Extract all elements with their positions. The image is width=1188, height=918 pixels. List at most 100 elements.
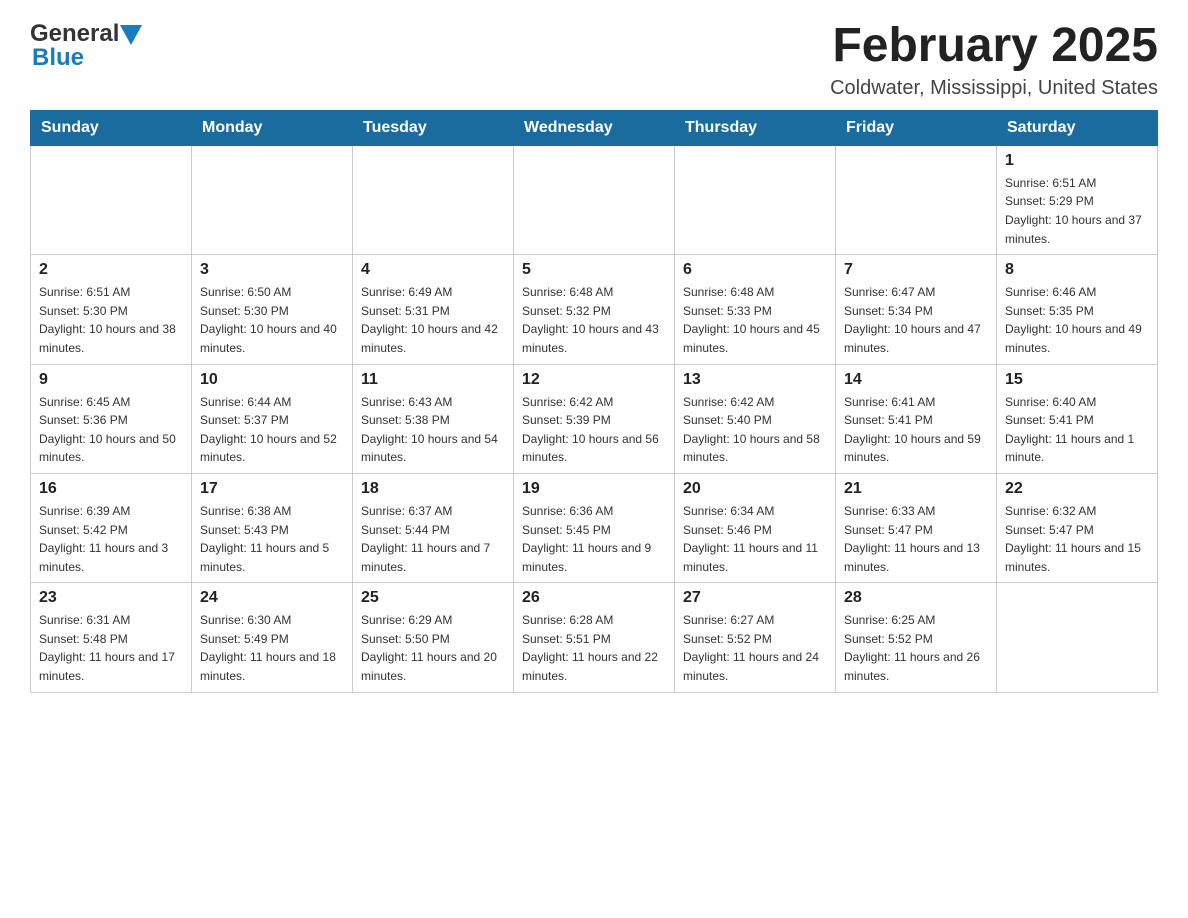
calendar-day-cell: 16Sunrise: 6:39 AMSunset: 5:42 PMDayligh… [31, 473, 192, 582]
page-header: General Blue February 2025 Coldwater, Mi… [30, 20, 1158, 100]
calendar-day-header: Sunday [31, 110, 192, 145]
calendar-day-cell: 19 Sunrise: 6:36 AMSunset: 5:45 PMDayligh… [514, 473, 675, 582]
calendar-week-row: 2Sunrise: 6:51 AMSunset: 5:30 PMDaylight… [31, 255, 1158, 364]
day-info: Sunrise: 6:34 AMSunset: 5:46 PMDaylight:… [683, 502, 827, 576]
day-info: Sunrise: 6:44 AMSunset: 5:37 PMDaylight:… [200, 393, 344, 467]
day-info: Sunrise: 6:47 AMSunset: 5:34 PMDaylight:… [844, 283, 988, 357]
day-number: 8 [1005, 261, 1149, 279]
day-info: Sunrise: 6:27 AMSunset: 5:52 PMDaylight:… [683, 611, 827, 685]
day-info: Sunrise: 6:42 AMSunset: 5:39 PMDaylight:… [522, 393, 666, 467]
day-number: 17 [200, 480, 344, 498]
day-number: 10 [200, 371, 344, 389]
day-info: Sunrise: 6:51 AMSunset: 5:29 PMDaylight:… [1005, 174, 1149, 248]
day-number: 13 [683, 371, 827, 389]
calendar-day-cell: 28 Sunrise: 6:25 AMSunset: 5:52 PMDayligh… [836, 583, 997, 692]
calendar-day-cell: 1 Sunrise: 6:51 AMSunset: 5:29 PMDaylight… [997, 145, 1158, 254]
calendar-day-header: Friday [836, 110, 997, 145]
day-number: 28 [844, 589, 988, 607]
calendar-subtitle: Coldwater, Mississippi, United States [830, 77, 1158, 100]
day-number: 20 [683, 480, 827, 498]
day-info: Sunrise: 6:29 AMSunset: 5:50 PMDaylight:… [361, 611, 505, 685]
day-info: Sunrise: 6:48 AMSunset: 5:32 PMDaylight:… [522, 283, 666, 357]
day-info: Sunrise: 6:50 AMSunset: 5:30 PMDaylight:… [200, 283, 344, 357]
calendar-day-cell [353, 145, 514, 254]
calendar-day-cell: 23 Sunrise: 6:31 AMSunset: 5:48 PMDayligh… [31, 583, 192, 692]
calendar-day-header: Monday [192, 110, 353, 145]
day-info: Sunrise: 6:38 AMSunset: 5:43 PMDaylight:… [200, 502, 344, 576]
day-number: 23 [39, 589, 183, 607]
day-info: Sunrise: 6:41 AMSunset: 5:41 PMDaylight:… [844, 393, 988, 467]
logo: General Blue [30, 20, 142, 72]
day-number: 18 [361, 480, 505, 498]
calendar-day-cell: 15 Sunrise: 6:40 AMSunset: 5:41 PMDayligh… [997, 364, 1158, 473]
day-number: 24 [200, 589, 344, 607]
logo-blue-text: Blue [32, 44, 84, 72]
day-number: 14 [844, 371, 988, 389]
day-number: 26 [522, 589, 666, 607]
day-number: 4 [361, 261, 505, 279]
calendar-title: February 2025 [830, 20, 1158, 73]
day-info: Sunrise: 6:49 AMSunset: 5:31 PMDaylight:… [361, 283, 505, 357]
day-number: 27 [683, 589, 827, 607]
calendar-day-cell: 7 Sunrise: 6:47 AMSunset: 5:34 PMDaylight… [836, 255, 997, 364]
day-number: 21 [844, 480, 988, 498]
day-number: 1 [1005, 152, 1149, 170]
calendar-day-cell: 6Sunrise: 6:48 AMSunset: 5:33 PMDaylight… [675, 255, 836, 364]
calendar-day-cell: 13Sunrise: 6:42 AMSunset: 5:40 PMDayligh… [675, 364, 836, 473]
day-info: Sunrise: 6:46 AMSunset: 5:35 PMDaylight:… [1005, 283, 1149, 357]
calendar-day-cell: 18Sunrise: 6:37 AMSunset: 5:44 PMDayligh… [353, 473, 514, 582]
calendar-day-cell [31, 145, 192, 254]
calendar-day-header: Saturday [997, 110, 1158, 145]
calendar-day-cell: 3 Sunrise: 6:50 AMSunset: 5:30 PMDaylight… [192, 255, 353, 364]
day-info: Sunrise: 6:43 AMSunset: 5:38 PMDaylight:… [361, 393, 505, 467]
day-number: 2 [39, 261, 183, 279]
day-info: Sunrise: 6:45 AMSunset: 5:36 PMDaylight:… [39, 393, 183, 467]
day-number: 22 [1005, 480, 1149, 498]
calendar-day-cell: 27 Sunrise: 6:27 AMSunset: 5:52 PMDayligh… [675, 583, 836, 692]
calendar-table: SundayMondayTuesdayWednesdayThursdayFrid… [30, 110, 1158, 693]
calendar-day-cell [675, 145, 836, 254]
day-info: Sunrise: 6:39 AMSunset: 5:42 PMDaylight:… [39, 502, 183, 576]
day-number: 3 [200, 261, 344, 279]
day-info: Sunrise: 6:30 AMSunset: 5:49 PMDaylight:… [200, 611, 344, 685]
calendar-day-cell: 4 Sunrise: 6:49 AMSunset: 5:31 PMDaylight… [353, 255, 514, 364]
calendar-day-header: Thursday [675, 110, 836, 145]
day-number: 5 [522, 261, 666, 279]
calendar-week-row: 16Sunrise: 6:39 AMSunset: 5:42 PMDayligh… [31, 473, 1158, 582]
day-number: 7 [844, 261, 988, 279]
calendar-day-cell [192, 145, 353, 254]
calendar-day-cell: 2Sunrise: 6:51 AMSunset: 5:30 PMDaylight… [31, 255, 192, 364]
calendar-day-cell: 22Sunrise: 6:32 AMSunset: 5:47 PMDayligh… [997, 473, 1158, 582]
calendar-day-cell: 10 Sunrise: 6:44 AMSunset: 5:37 PMDayligh… [192, 364, 353, 473]
calendar-day-cell: 5 Sunrise: 6:48 AMSunset: 5:32 PMDaylight… [514, 255, 675, 364]
calendar-day-cell: 14 Sunrise: 6:41 AMSunset: 5:41 PMDayligh… [836, 364, 997, 473]
day-info: Sunrise: 6:28 AMSunset: 5:51 PMDaylight:… [522, 611, 666, 685]
calendar-day-cell: 17 Sunrise: 6:38 AMSunset: 5:43 PMDayligh… [192, 473, 353, 582]
day-number: 6 [683, 261, 827, 279]
calendar-day-cell: 11 Sunrise: 6:43 AMSunset: 5:38 PMDayligh… [353, 364, 514, 473]
calendar-day-cell: 26 Sunrise: 6:28 AMSunset: 5:51 PMDayligh… [514, 583, 675, 692]
day-info: Sunrise: 6:31 AMSunset: 5:48 PMDaylight:… [39, 611, 183, 685]
day-number: 12 [522, 371, 666, 389]
calendar-day-cell: 25Sunrise: 6:29 AMSunset: 5:50 PMDayligh… [353, 583, 514, 692]
day-info: Sunrise: 6:40 AMSunset: 5:41 PMDaylight:… [1005, 393, 1149, 467]
calendar-week-row: 1 Sunrise: 6:51 AMSunset: 5:29 PMDaylight… [31, 145, 1158, 254]
calendar-week-row: 23 Sunrise: 6:31 AMSunset: 5:48 PMDayligh… [31, 583, 1158, 692]
calendar-header-row: SundayMondayTuesdayWednesdayThursdayFrid… [31, 110, 1158, 145]
day-info: Sunrise: 6:25 AMSunset: 5:52 PMDaylight:… [844, 611, 988, 685]
day-number: 11 [361, 371, 505, 389]
day-info: Sunrise: 6:36 AMSunset: 5:45 PMDaylight:… [522, 502, 666, 576]
calendar-day-cell: 20 Sunrise: 6:34 AMSunset: 5:46 PMDayligh… [675, 473, 836, 582]
calendar-week-row: 9Sunrise: 6:45 AMSunset: 5:36 PMDaylight… [31, 364, 1158, 473]
calendar-day-cell [514, 145, 675, 254]
day-number: 15 [1005, 371, 1149, 389]
day-number: 19 [522, 480, 666, 498]
day-info: Sunrise: 6:33 AMSunset: 5:47 PMDaylight:… [844, 502, 988, 576]
calendar-day-cell: 24 Sunrise: 6:30 AMSunset: 5:49 PMDayligh… [192, 583, 353, 692]
calendar-day-header: Tuesday [353, 110, 514, 145]
calendar-day-cell: 21 Sunrise: 6:33 AMSunset: 5:47 PMDayligh… [836, 473, 997, 582]
calendar-day-cell [997, 583, 1158, 692]
calendar-day-cell: 8 Sunrise: 6:46 AMSunset: 5:35 PMDaylight… [997, 255, 1158, 364]
logo-triangle-icon [120, 25, 142, 45]
title-block: February 2025 Coldwater, Mississippi, Un… [830, 20, 1158, 100]
